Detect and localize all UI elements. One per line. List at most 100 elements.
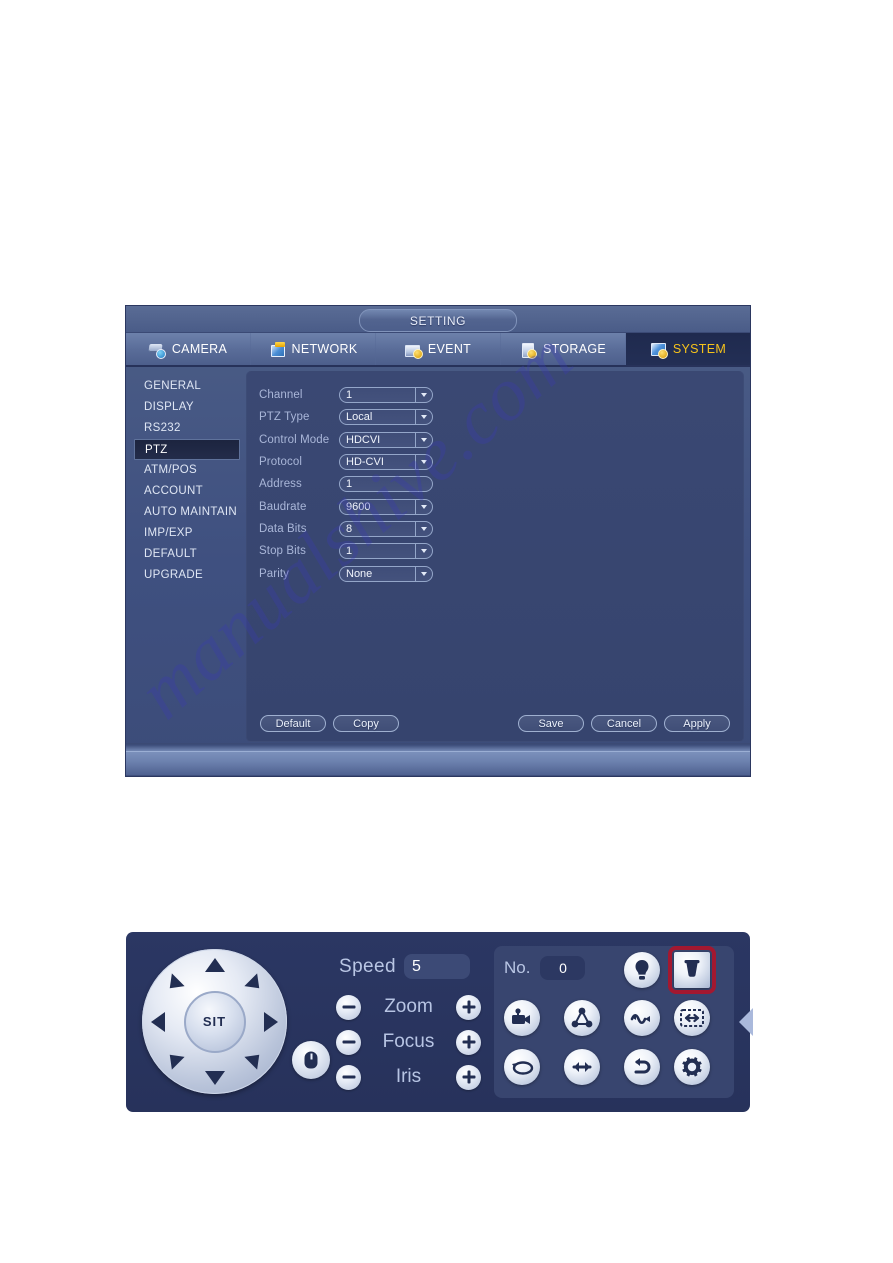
ptz-direction-pad[interactable]: SIT xyxy=(142,949,287,1094)
tab-camera-label: CAMERA xyxy=(171,342,228,356)
cancel-button[interactable]: Cancel xyxy=(591,715,657,732)
direction-right-icon[interactable] xyxy=(264,1011,278,1032)
address-input[interactable]: 1 xyxy=(339,476,433,493)
stop-bits-value: 1 xyxy=(346,545,353,558)
form-row-address: Address 1 xyxy=(259,473,743,495)
tab-system[interactable]: SYSTEM xyxy=(626,333,750,365)
stop-bits-select[interactable]: 1 xyxy=(339,543,433,560)
tab-camera[interactable]: CAMERA xyxy=(126,333,251,365)
tour-icon[interactable] xyxy=(564,1000,600,1036)
event-icon xyxy=(404,342,423,359)
rotate-icon[interactable] xyxy=(504,1049,540,1085)
autopan-icon[interactable] xyxy=(624,1049,660,1085)
protocol-select[interactable]: HD-CVI xyxy=(339,454,433,471)
ptz-type-select[interactable]: Local xyxy=(339,409,433,426)
ptz-left-section: SIT Speed 5 Zoom Focus Iris xyxy=(126,932,491,1112)
save-button[interactable]: Save xyxy=(518,715,584,732)
label-address: Address xyxy=(259,478,302,491)
direction-down-right-icon[interactable] xyxy=(244,1048,266,1070)
sidebar-item-display[interactable]: DISPLAY xyxy=(134,397,246,418)
apply-button[interactable]: Apply xyxy=(664,715,730,732)
preset-value[interactable]: 0 xyxy=(540,956,586,980)
light-icon[interactable] xyxy=(624,952,660,988)
zoom-plus-button[interactable] xyxy=(456,994,481,1020)
sidebar-item-upgrade[interactable]: UPGRADE xyxy=(134,565,246,586)
page-title: SETTING xyxy=(359,309,517,332)
parity-value: None xyxy=(346,567,373,580)
ptz-function-section: No. 0 xyxy=(494,946,734,1098)
settings-icon[interactable] xyxy=(674,1049,710,1085)
sidebar-item-imp-exp[interactable]: IMP/EXP xyxy=(134,523,246,544)
form-row-baudrate: Baudrate 9600 xyxy=(259,495,743,517)
dpad-center-button[interactable]: SIT xyxy=(183,990,246,1053)
form-row-ptz-type: PTZ Type Local xyxy=(259,406,743,428)
pattern-icon[interactable] xyxy=(624,1000,660,1036)
iris-minus-button[interactable] xyxy=(336,1064,361,1090)
parity-select[interactable]: None xyxy=(339,565,433,582)
chevron-down-icon[interactable] xyxy=(415,544,431,559)
sidebar-item-general[interactable]: GENERAL xyxy=(134,376,246,397)
chevron-down-icon[interactable] xyxy=(415,432,431,447)
focus-plus-button[interactable] xyxy=(456,1029,481,1055)
label-control-mode: Control Mode xyxy=(259,433,330,446)
iris-plus-button[interactable] xyxy=(456,1064,481,1090)
control-mode-value: HDCVI xyxy=(346,433,381,446)
tab-event[interactable]: EVENT xyxy=(376,333,501,365)
preset-icon[interactable] xyxy=(504,1000,540,1036)
chevron-left-icon[interactable] xyxy=(739,1008,753,1036)
setting-window: SETTING CAMERA NETWORK EVENT STORAGE SYS… xyxy=(126,306,750,776)
sidebar-item-default[interactable]: DEFAULT xyxy=(134,544,246,565)
camera-icon xyxy=(149,342,167,359)
speed-value[interactable]: 5 xyxy=(403,954,470,979)
focus-minus-button[interactable] xyxy=(336,1029,361,1055)
speed-control: Speed 5 xyxy=(339,954,470,979)
copy-button[interactable]: Copy xyxy=(333,715,399,732)
wiper-icon[interactable] xyxy=(668,946,716,994)
baudrate-select[interactable]: 9600 xyxy=(339,498,433,515)
sidebar-item-auto-maintain[interactable]: AUTO MAINTAIN xyxy=(134,502,246,523)
tab-event-label: EVENT xyxy=(427,342,472,356)
form-row-stop-bits: Stop Bits 1 xyxy=(259,540,743,562)
direction-up-icon[interactable] xyxy=(204,958,225,972)
form-row-protocol: Protocol HD-CVI xyxy=(259,451,743,473)
iris-control-row: Iris xyxy=(336,1060,481,1094)
focus-label: Focus xyxy=(382,1031,435,1052)
zoom-control-row: Zoom xyxy=(336,990,481,1024)
sidebar-item-account[interactable]: ACCOUNT xyxy=(134,481,246,502)
panwidth-icon[interactable] xyxy=(564,1049,600,1085)
mouse-icon[interactable] xyxy=(292,1041,330,1079)
direction-down-left-icon[interactable] xyxy=(163,1048,185,1070)
chevron-down-icon[interactable] xyxy=(415,410,431,425)
data-bits-select[interactable]: 8 xyxy=(339,520,433,537)
control-mode-select[interactable]: HDCVI xyxy=(339,431,433,448)
direction-up-left-icon[interactable] xyxy=(163,973,185,995)
zoom-minus-button[interactable] xyxy=(336,994,361,1020)
tab-network[interactable]: NETWORK xyxy=(251,333,376,365)
chevron-down-icon[interactable] xyxy=(415,388,431,403)
chevron-down-icon[interactable] xyxy=(415,455,431,470)
default-button[interactable]: Default xyxy=(260,715,326,732)
direction-up-right-icon[interactable] xyxy=(244,973,266,995)
window-body: GENERAL DISPLAY RS232 PTZ ATM/POS ACCOUN… xyxy=(126,367,750,746)
label-baudrate: Baudrate xyxy=(259,500,307,513)
speed-label: Speed xyxy=(339,955,396,977)
preset-label: No. xyxy=(504,958,531,977)
label-protocol: Protocol xyxy=(259,456,302,469)
chevron-down-icon[interactable] xyxy=(415,499,431,514)
tab-system-label: SYSTEM xyxy=(672,342,727,356)
footer-bar xyxy=(126,751,750,775)
sidebar-item-rs232[interactable]: RS232 xyxy=(134,418,246,439)
direction-down-icon[interactable] xyxy=(204,1071,225,1085)
form-row-control-mode: Control Mode HDCVI xyxy=(259,429,743,451)
chevron-down-icon[interactable] xyxy=(415,566,431,581)
baudrate-value: 9600 xyxy=(346,500,371,513)
chevron-down-icon[interactable] xyxy=(415,521,431,536)
direction-left-icon[interactable] xyxy=(151,1011,165,1032)
sidebar-item-ptz[interactable]: PTZ xyxy=(134,439,240,460)
form-row-data-bits: Data Bits 8 xyxy=(259,518,743,540)
autoscan-icon[interactable] xyxy=(674,1000,710,1036)
tab-storage[interactable]: STORAGE xyxy=(501,333,626,365)
sidebar-item-atm-pos[interactable]: ATM/POS xyxy=(134,460,246,481)
iris-label: Iris xyxy=(395,1066,422,1087)
channel-select[interactable]: 1 xyxy=(339,387,433,404)
